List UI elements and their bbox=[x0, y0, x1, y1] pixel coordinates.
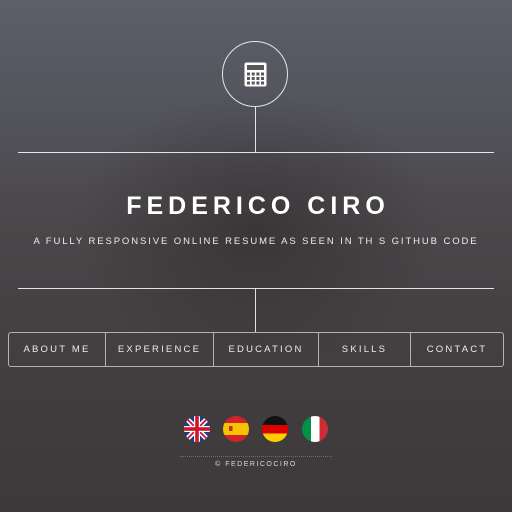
uk-flag-icon[interactable] bbox=[184, 416, 210, 442]
copyright-text: © FEDERICOCIRO bbox=[215, 461, 297, 468]
nav-skills[interactable]: SKILLS bbox=[319, 333, 411, 366]
language-selector bbox=[0, 416, 512, 442]
footer-divider bbox=[180, 456, 332, 457]
divider-bottom bbox=[18, 288, 494, 289]
connector-line-bottom bbox=[255, 288, 256, 332]
page-title: FEDERICO CIRO bbox=[126, 192, 390, 220]
connector-line-top bbox=[255, 107, 256, 152]
nav-education[interactable]: EDUCATION bbox=[214, 333, 319, 366]
spain-flag-icon[interactable] bbox=[223, 416, 249, 442]
nav-experience[interactable]: EXPERIENCE bbox=[106, 333, 214, 366]
main-nav: ABOUT ME EXPERIENCE EDUCATION SKILLS CON… bbox=[8, 332, 504, 367]
calculator-icon bbox=[244, 62, 267, 87]
tagline: A FULLY RESPONSIVE ONLINE RESUME AS SEEN… bbox=[33, 236, 479, 247]
italy-flag-icon[interactable] bbox=[302, 416, 328, 442]
logo-circle bbox=[222, 41, 288, 107]
divider-top bbox=[18, 152, 494, 153]
nav-contact[interactable]: CONTACT bbox=[411, 333, 503, 366]
nav-about-me[interactable]: ABOUT ME bbox=[9, 333, 106, 366]
germany-flag-icon[interactable] bbox=[262, 416, 288, 442]
